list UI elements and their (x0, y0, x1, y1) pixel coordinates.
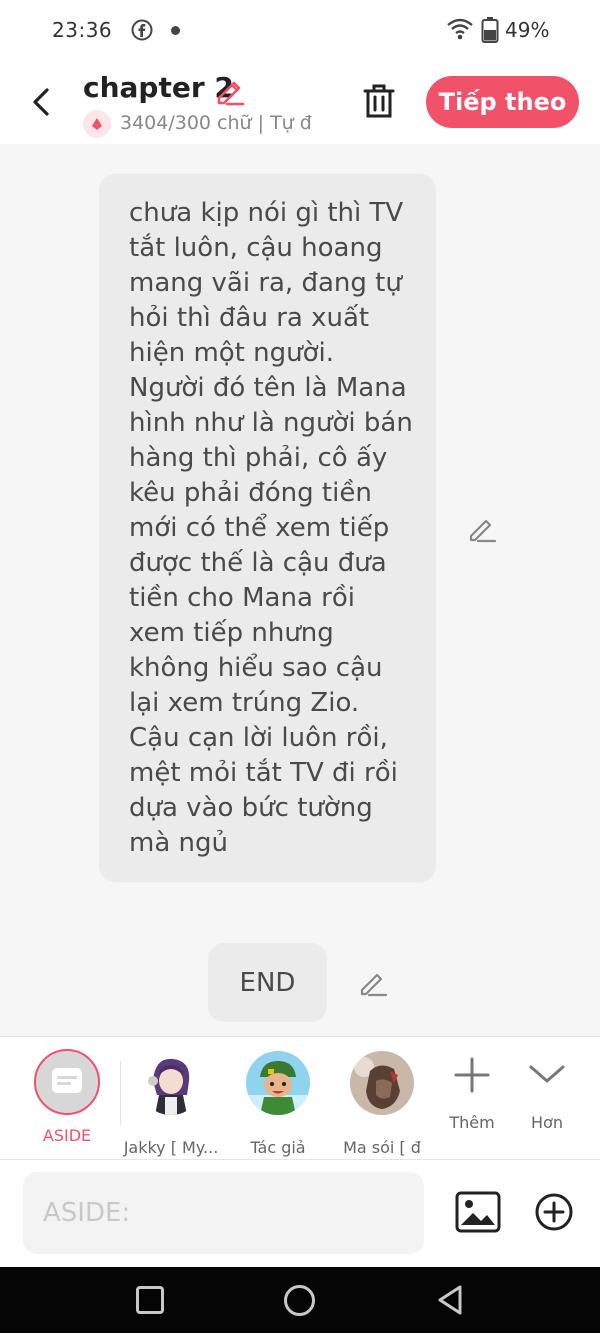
image-icon[interactable] (455, 1191, 501, 1233)
character-item[interactable]: Tác giả (228, 1049, 328, 1157)
character-item[interactable]: Jakky [ My... (121, 1049, 221, 1157)
battery-percent: 49% (505, 18, 550, 42)
aside-input[interactable] (23, 1172, 424, 1254)
recents-button[interactable] (136, 1286, 164, 1314)
word-count-icon (83, 110, 111, 138)
home-button[interactable] (284, 1285, 315, 1316)
wifi-icon (447, 18, 473, 40)
chapter-title[interactable]: chapter 2 (83, 71, 234, 104)
pencil-icon[interactable] (213, 74, 245, 106)
character-name: Tác giả (250, 1138, 306, 1157)
system-nav-bar (0, 1267, 600, 1333)
aside-avatar[interactable] (34, 1049, 100, 1115)
next-button[interactable]: Tiếp theo (426, 76, 579, 128)
character-bar: ASIDE Jakky [ My... Tác giả Ma sói [đ T… (0, 1036, 600, 1160)
edit-end-icon[interactable] (357, 966, 389, 998)
add-circle-icon[interactable] (534, 1192, 574, 1232)
back-icon[interactable] (26, 84, 56, 120)
expand-label: Hơn (531, 1113, 563, 1132)
facebook-icon (131, 19, 153, 41)
avatar (350, 1051, 414, 1115)
end-marker[interactable]: END (208, 943, 327, 1022)
character-name: Jakky [ My... (123, 1138, 219, 1157)
word-count-subtitle: 3404/300 chữ | Tự đ (120, 112, 312, 134)
character-item[interactable]: Ma sói [ đ (332, 1049, 432, 1157)
edit-message-icon[interactable] (466, 512, 498, 544)
character-name: Ma sói [ đ (343, 1138, 421, 1157)
expand-button[interactable]: Hơn (517, 1055, 577, 1145)
status-bar: 23:36 49% (0, 0, 600, 62)
editor-header: chapter 2 3404/300 chữ | Tự đ Tiếp theo (0, 62, 600, 144)
trash-icon[interactable] (362, 82, 396, 120)
nav-back-icon[interactable] (434, 1283, 466, 1317)
input-bar (0, 1160, 600, 1267)
status-time: 23:36 (52, 18, 113, 42)
more-label: Thêm (449, 1113, 495, 1132)
add-character-button[interactable]: Thêm (442, 1055, 502, 1145)
message-bubble[interactable]: chưa kịp nói gì thì TV tắt luôn, cậu hoa… (99, 174, 436, 882)
battery-icon (481, 17, 499, 43)
message-icon (52, 1068, 82, 1093)
avatar (139, 1051, 203, 1115)
avatar (246, 1051, 310, 1115)
chevron-down-icon (529, 1065, 565, 1083)
aside-label: ASIDE (42, 1126, 92, 1145)
plus-icon (454, 1057, 490, 1093)
notification-dot-icon (171, 26, 180, 35)
